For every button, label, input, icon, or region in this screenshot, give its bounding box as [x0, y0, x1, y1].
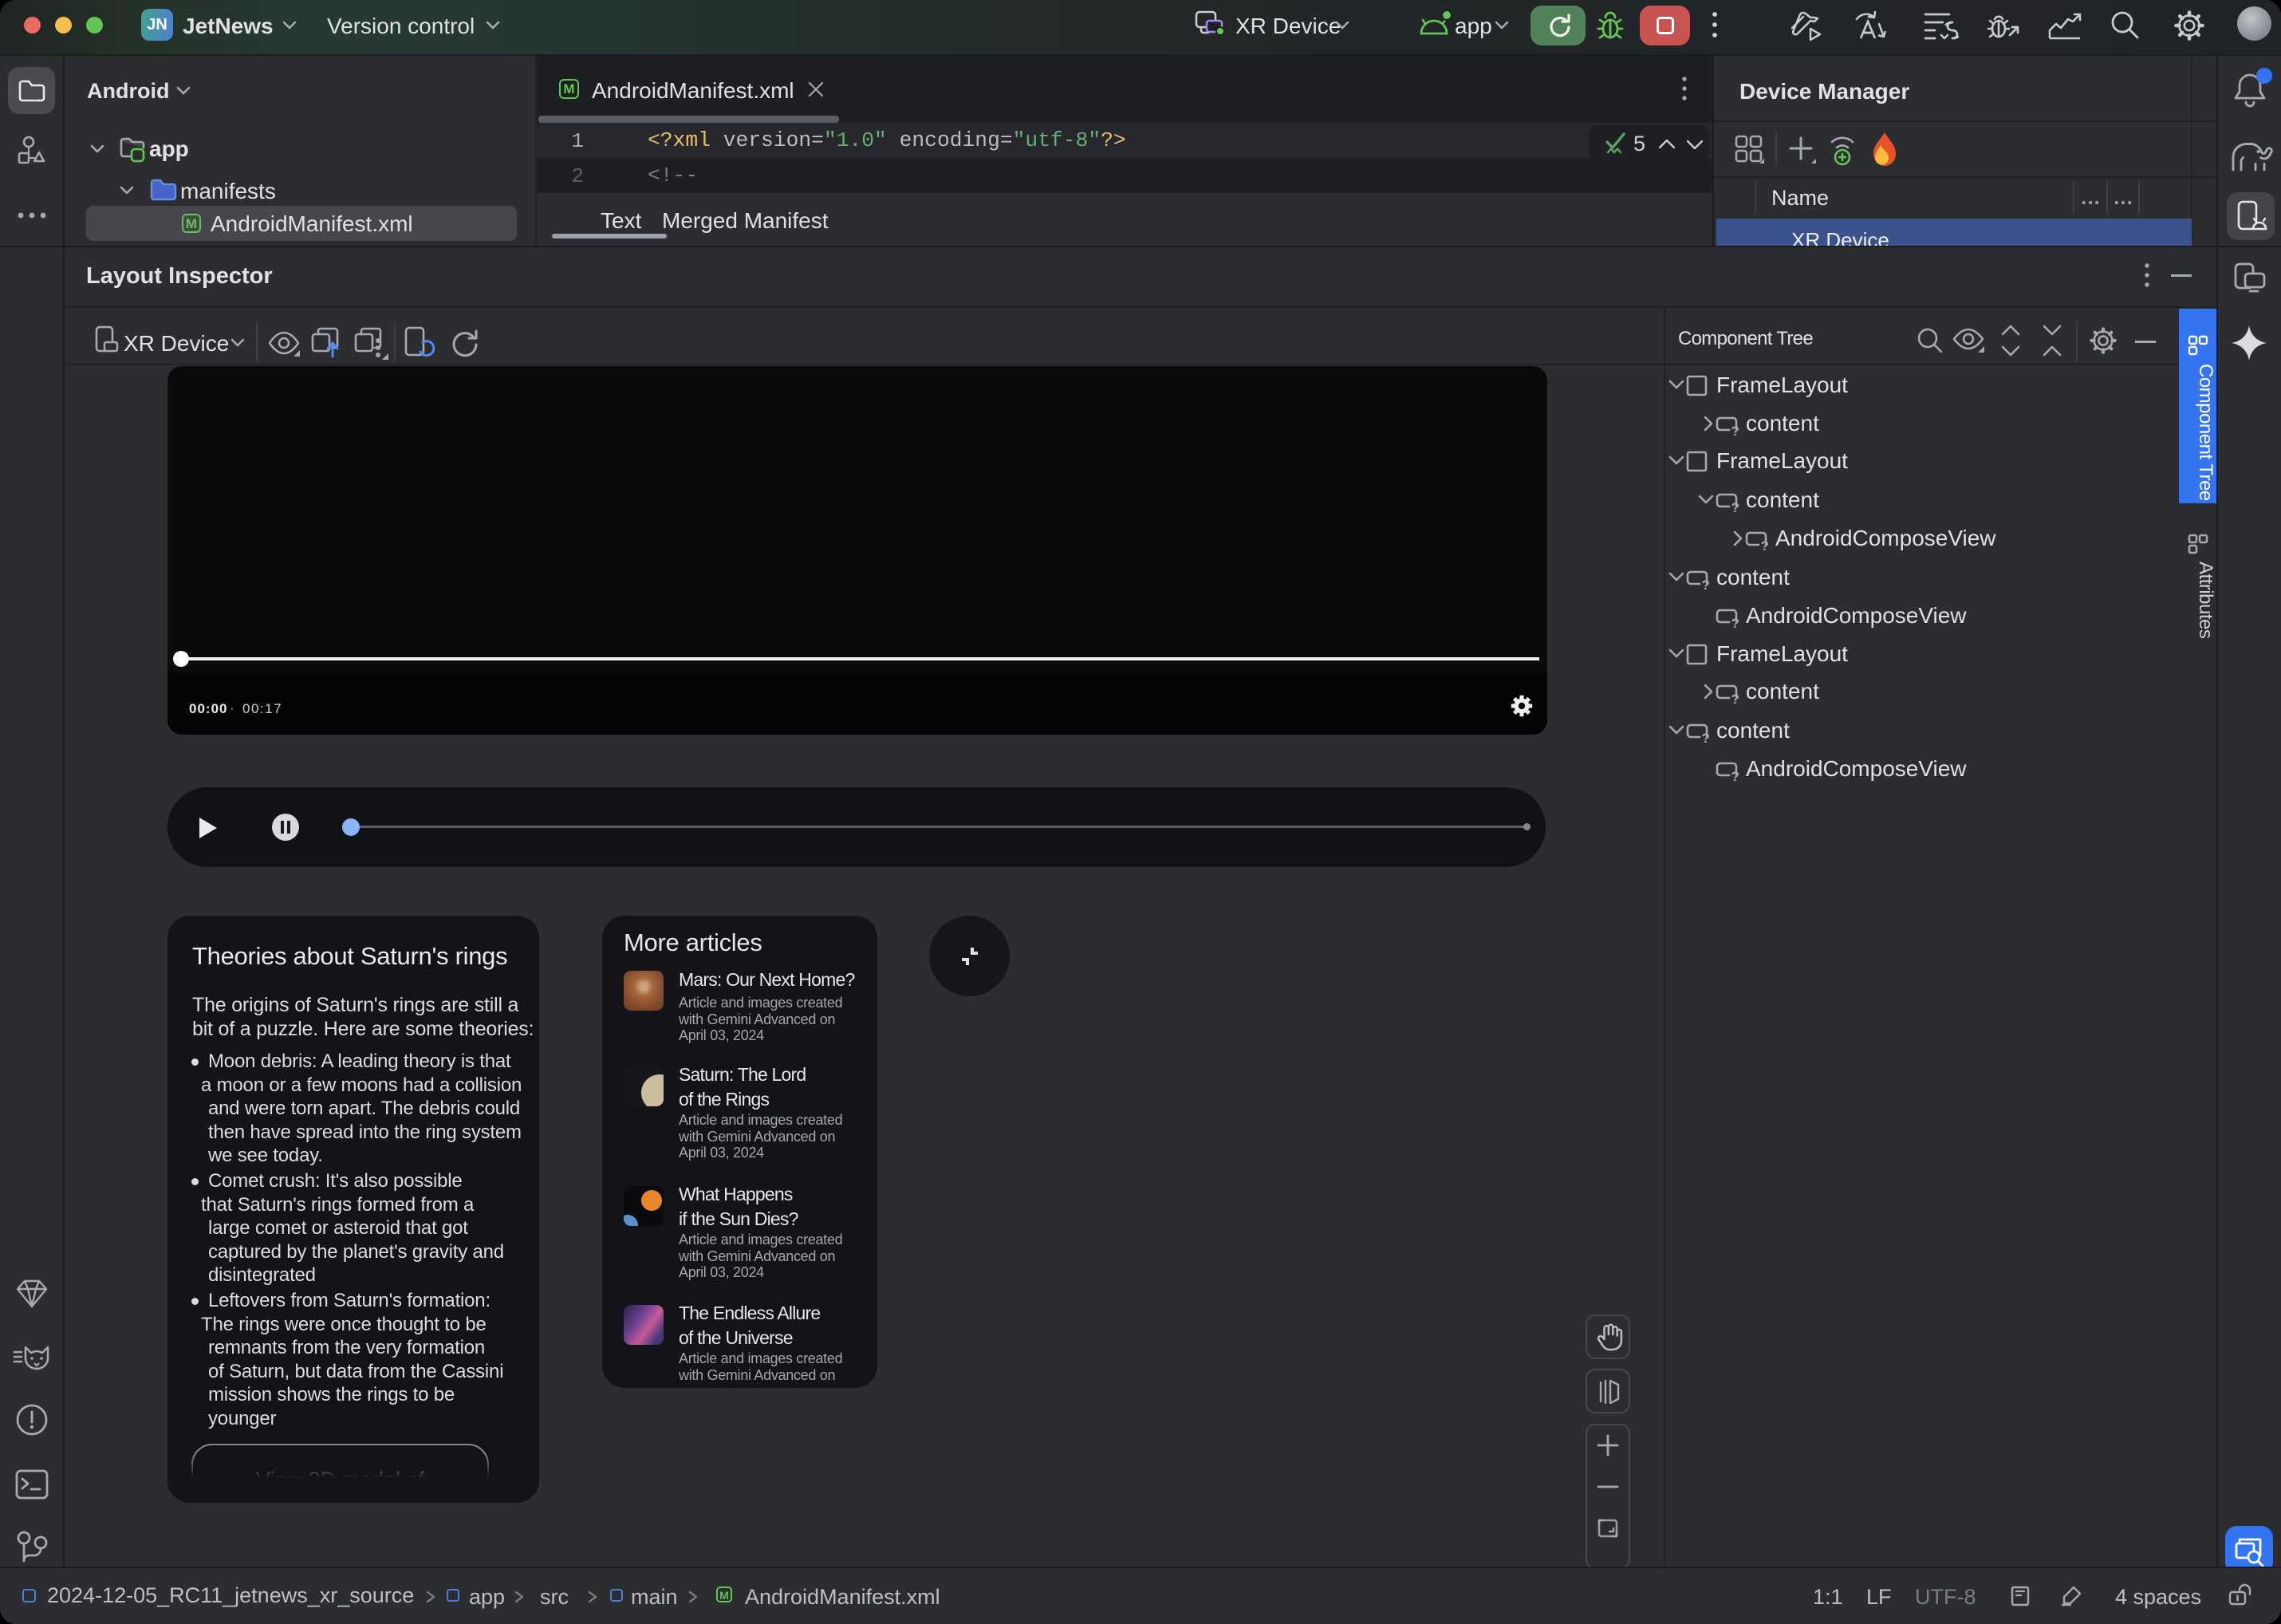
svg-text:?: ? [1702, 577, 1710, 593]
svg-text:?: ? [1731, 616, 1739, 631]
svg-text:?: ? [1731, 500, 1739, 515]
svg-text:?: ? [1761, 538, 1769, 554]
svg-text:?: ? [1702, 731, 1710, 746]
svg-text:?: ? [1731, 424, 1739, 439]
svg-text:?: ? [1731, 769, 1739, 784]
svg-text:?: ? [1731, 692, 1739, 707]
